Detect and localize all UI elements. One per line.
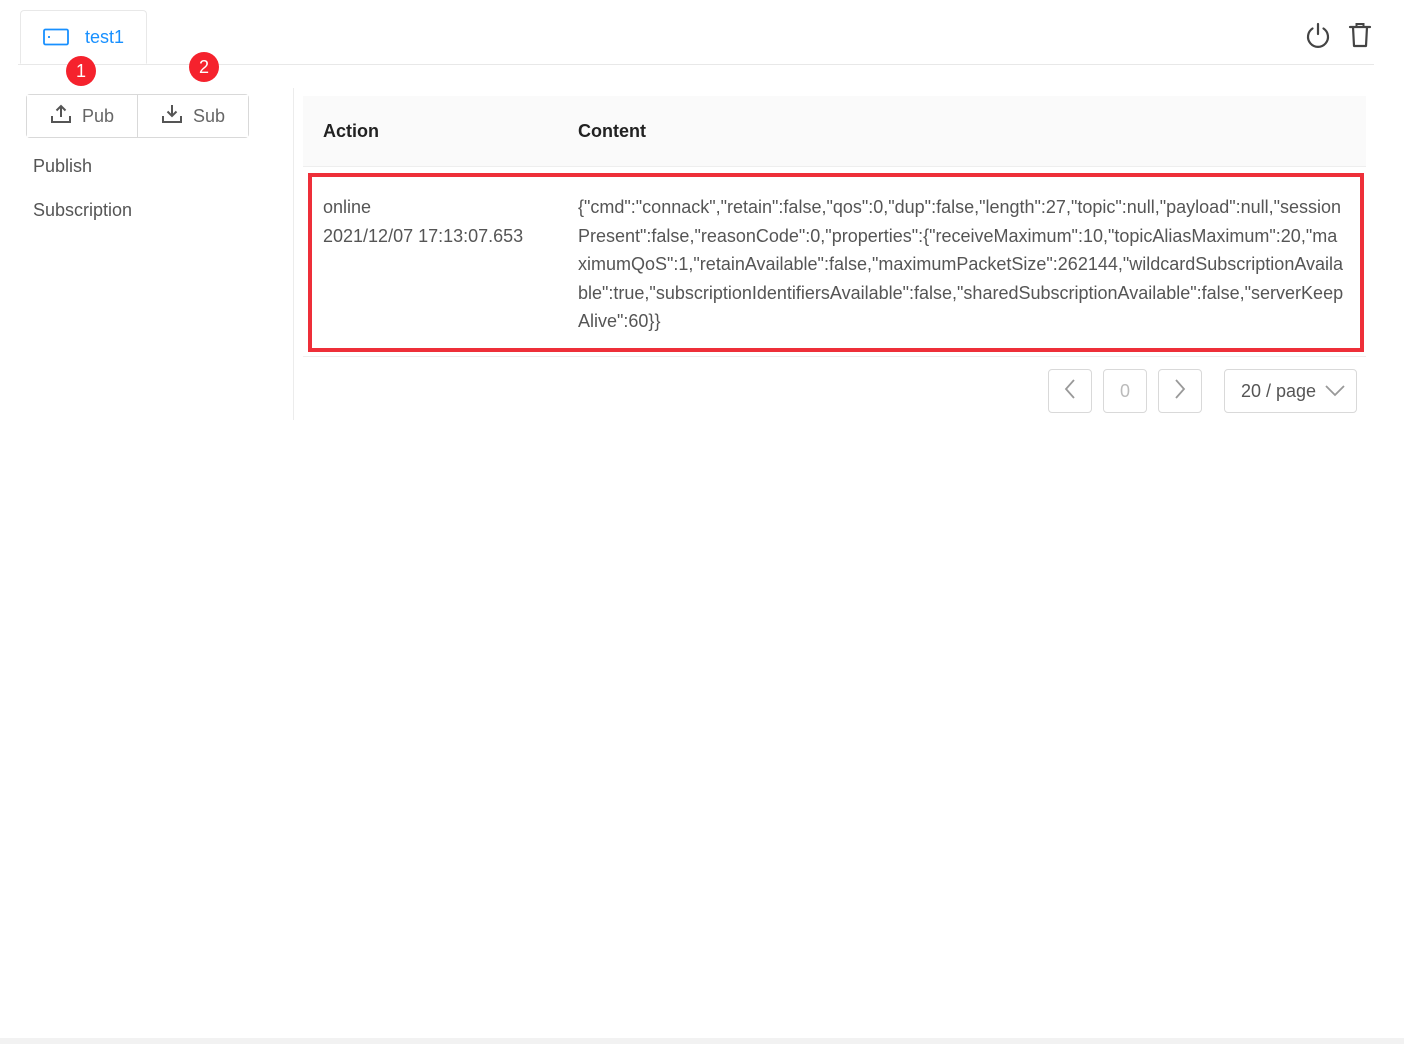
page-size-select[interactable]: 20 / page [1224,369,1357,413]
chevron-down-icon [1324,381,1346,402]
cell-action: online 2021/12/07 17:13:07.653 [303,193,578,336]
tab-bar: test1 [18,0,1374,65]
current-page[interactable]: 0 [1103,369,1147,413]
power-icon[interactable] [1304,20,1332,50]
download-icon [161,104,183,129]
pub-button[interactable]: Pub [27,95,137,137]
prev-page-button[interactable] [1048,369,1092,413]
step-badge-2: 2 [189,52,219,82]
pub-sub-button-group: Pub Sub [26,94,249,138]
column-header-content: Content [578,120,646,141]
connection-icon [43,28,69,46]
upload-icon [50,104,72,129]
top-actions [1304,20,1374,50]
action-time: 2021/12/07 17:13:07.653 [323,225,524,246]
step-badge-1: 1 [66,56,96,86]
table-row[interactable]: online 2021/12/07 17:13:07.653 {"cmd":"c… [303,171,1366,357]
left-panel: Pub Sub Publish Subscription [26,94,292,420]
tab-label: test1 [85,26,125,47]
trash-icon[interactable] [1346,20,1374,50]
sub-button[interactable]: Sub [137,95,248,137]
panel-divider [293,88,294,420]
page: test1 1 2 Pub Sub Publish Subscription A… [0,0,1404,1044]
menu-item-publish[interactable]: Publish [33,144,292,188]
cell-content: {"cmd":"connack","retain":false,"qos":0,… [578,197,1344,331]
next-page-button[interactable] [1158,369,1202,413]
table-header: Action Content [303,96,1366,167]
message-table: Action Content online 2021/12/07 17:13:0… [303,96,1366,357]
sub-button-label: Sub [192,105,226,126]
pagination: 0 20 / page [1048,369,1357,413]
chevron-left-icon [1063,378,1077,405]
pub-button-label: Pub [81,105,115,126]
column-header-action: Action [323,120,379,141]
chevron-right-icon [1173,378,1187,405]
menu-item-subscription[interactable]: Subscription [33,188,292,232]
action-text: online [323,197,372,217]
bottom-strip [0,1038,1404,1044]
page-size-label: 20 / page [1241,380,1317,401]
